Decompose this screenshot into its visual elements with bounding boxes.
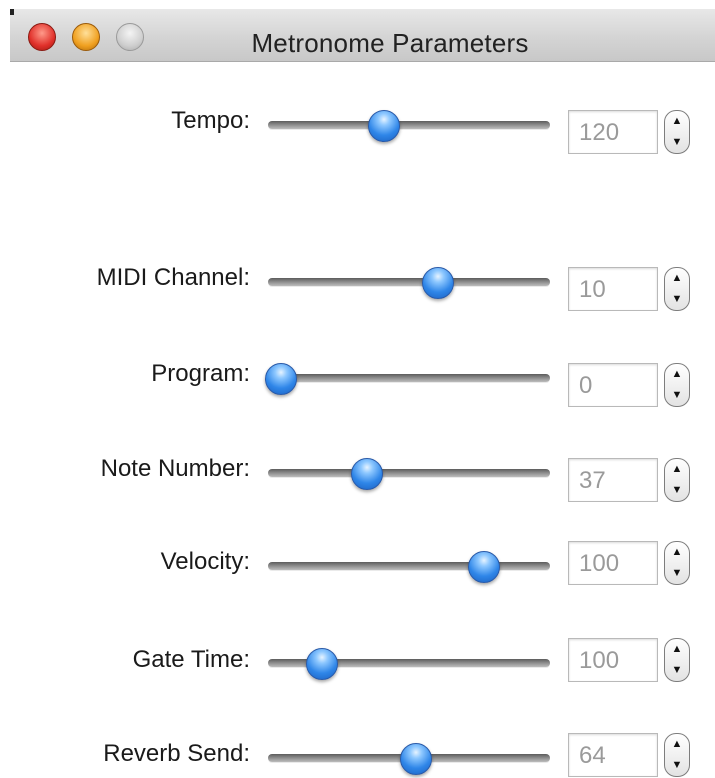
- midi-channel-slider-knob[interactable]: [421, 267, 454, 299]
- velocity-slider-track[interactable]: [268, 562, 550, 570]
- stepper-up-icon[interactable]: ▲: [665, 459, 689, 480]
- stepper-down-icon[interactable]: ▼: [665, 563, 689, 584]
- stepper-up-icon[interactable]: ▲: [665, 111, 689, 132]
- stepper-down-icon[interactable]: ▼: [665, 385, 689, 406]
- close-icon[interactable]: [28, 23, 56, 51]
- stepper-up-icon[interactable]: ▲: [665, 542, 689, 563]
- midi-channel-stepper[interactable]: ▲ ▼: [664, 267, 690, 311]
- reverb-send-stepper[interactable]: ▲ ▼: [664, 733, 690, 777]
- zoom-icon[interactable]: [116, 23, 144, 51]
- midi-channel-field[interactable]: 10: [568, 267, 658, 311]
- stepper-down-icon[interactable]: ▼: [665, 132, 689, 153]
- metronome-parameters-window: Metronome Parameters Tempo: 120 ▲ ▼ MIDI…: [0, 0, 715, 777]
- window-title: Metronome Parameters: [251, 28, 529, 58]
- reverb-send-slider-knob[interactable]: [400, 743, 432, 775]
- velocity-field[interactable]: 100: [568, 541, 658, 585]
- stepper-down-icon[interactable]: ▼: [665, 480, 689, 501]
- tempo-slider-track[interactable]: [268, 121, 550, 129]
- note-number-label: Note Number:: [100, 455, 250, 482]
- minimize-icon[interactable]: [72, 23, 100, 51]
- note-number-field[interactable]: 37: [568, 458, 658, 502]
- midi-channel-slider-track[interactable]: [268, 278, 550, 286]
- stepper-up-icon[interactable]: ▲: [665, 734, 689, 755]
- gate-time-slider-knob[interactable]: [305, 648, 338, 680]
- stepper-up-icon[interactable]: ▲: [665, 364, 689, 385]
- note-number-stepper[interactable]: ▲ ▼: [664, 458, 690, 502]
- reverb-send-label: Reverb Send:: [103, 740, 250, 767]
- stepper-down-icon[interactable]: ▼: [665, 755, 689, 776]
- tempo-label: Tempo:: [171, 107, 250, 134]
- tempo-slider-knob[interactable]: [367, 110, 400, 142]
- stepper-up-icon[interactable]: ▲: [665, 268, 689, 289]
- reverb-send-field[interactable]: 64: [568, 733, 658, 777]
- midi-channel-label: MIDI Channel:: [96, 264, 250, 291]
- gate-time-label: Gate Time:: [132, 646, 250, 673]
- velocity-label: Velocity:: [160, 548, 250, 575]
- gate-time-field[interactable]: 100: [568, 638, 658, 682]
- note-number-slider-track[interactable]: [268, 469, 550, 477]
- tempo-stepper[interactable]: ▲ ▼: [664, 110, 690, 154]
- velocity-stepper[interactable]: ▲ ▼: [664, 541, 690, 585]
- program-stepper[interactable]: ▲ ▼: [664, 363, 690, 407]
- program-slider-knob[interactable]: [265, 363, 297, 395]
- program-label: Program:: [151, 360, 250, 387]
- gate-time-stepper[interactable]: ▲ ▼: [664, 638, 690, 682]
- stepper-up-icon[interactable]: ▲: [665, 639, 689, 660]
- note-number-slider-knob[interactable]: [351, 458, 384, 490]
- stepper-down-icon[interactable]: ▼: [665, 289, 689, 310]
- resize-corner-icon: [10, 9, 14, 15]
- stepper-down-icon[interactable]: ▼: [665, 660, 689, 681]
- velocity-slider-knob[interactable]: [467, 551, 500, 583]
- tempo-field[interactable]: 120: [568, 110, 658, 154]
- program-field[interactable]: 0: [568, 363, 658, 407]
- program-slider-track[interactable]: [268, 374, 550, 382]
